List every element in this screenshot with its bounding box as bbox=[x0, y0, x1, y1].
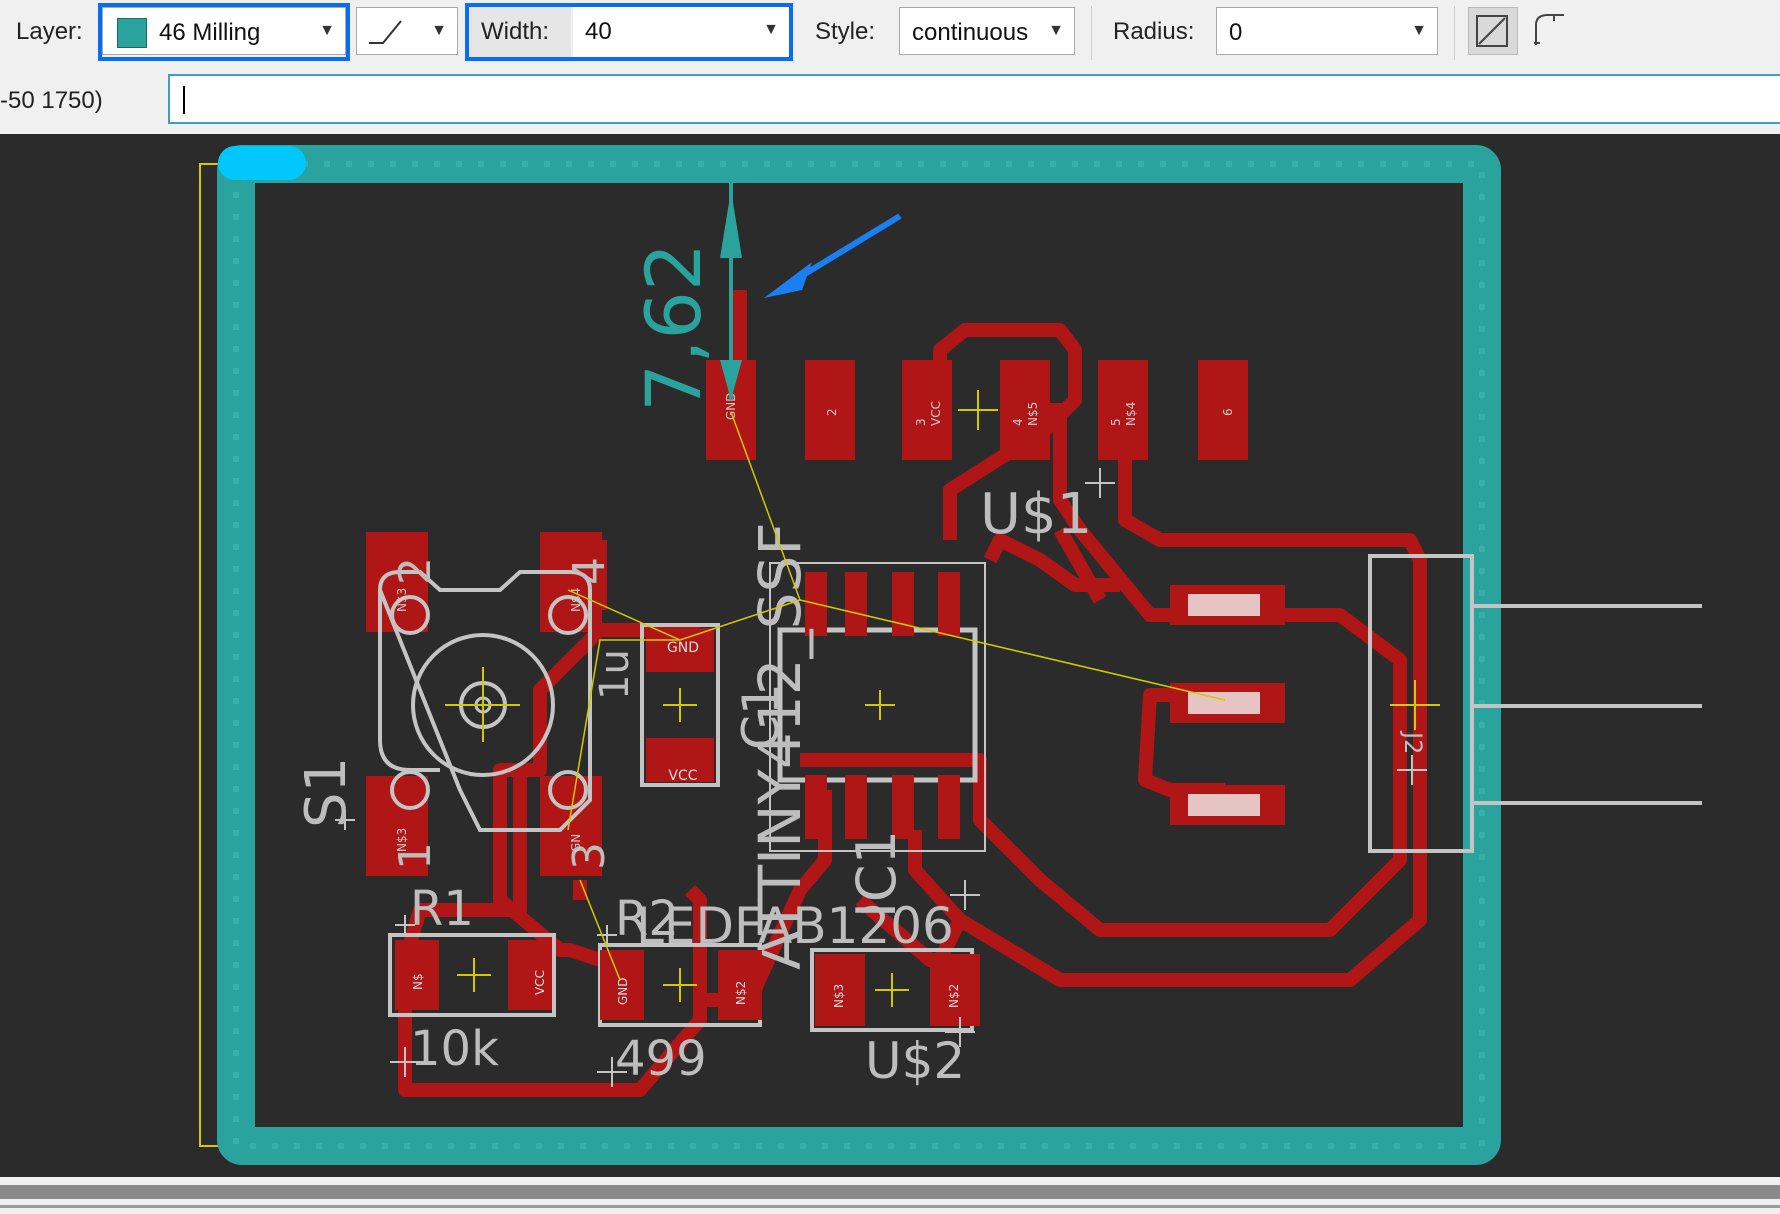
r1-name: R1 bbox=[410, 881, 474, 937]
style-select[interactable]: continuous ▼ bbox=[899, 7, 1075, 55]
s1-pin-label: 2 bbox=[390, 557, 441, 585]
origin-marker bbox=[218, 146, 306, 180]
j2-name: J2 bbox=[1399, 730, 1427, 754]
u2-pad-text: N$2 bbox=[947, 984, 961, 1008]
board-drawing[interactable]: GND 2 3 VCC 4 N$5 5 N$4 6 U$1 ATTINY412_… bbox=[0, 134, 1780, 1177]
s1-pad-net: N$3 bbox=[395, 588, 409, 612]
s1-pad-net: GN bbox=[569, 834, 583, 852]
style-label: Style: bbox=[815, 18, 876, 45]
u1-pad-text: N$4 bbox=[1124, 402, 1138, 426]
chevron-down-icon: ▼ bbox=[1411, 22, 1427, 39]
u1-pad-vcc bbox=[902, 360, 952, 460]
u1-pad-number: 3 bbox=[914, 418, 928, 426]
wire-bend-icon bbox=[369, 20, 402, 44]
scrollbar-track bbox=[0, 1205, 1780, 1208]
u1-pad-number: 4 bbox=[1011, 418, 1025, 426]
layer-label: Layer: bbox=[16, 18, 83, 45]
r1-pad-text: VCC bbox=[533, 970, 547, 995]
u1-pad-n5 bbox=[1000, 360, 1050, 460]
chevron-down-icon: ▼ bbox=[763, 21, 779, 38]
bottom-scroll-area bbox=[0, 1177, 1780, 1214]
miter-round-button[interactable] bbox=[1526, 7, 1576, 55]
chevron-down-icon: ▼ bbox=[1048, 22, 1064, 39]
miter-straight-icon bbox=[1476, 15, 1508, 47]
c1-pad-text: GND bbox=[667, 640, 699, 656]
horizontal-scrollbar[interactable] bbox=[0, 1185, 1780, 1199]
miter-straight-button[interactable] bbox=[1468, 7, 1518, 55]
c1-pad-text: VCC bbox=[668, 768, 697, 784]
u1-pad-number: 5 bbox=[1109, 418, 1123, 426]
r1-pad-text: N$ bbox=[411, 973, 425, 990]
u1-center bbox=[958, 390, 998, 430]
u2-pad-text: N$3 bbox=[832, 984, 846, 1008]
j2-footprint bbox=[1170, 554, 1702, 853]
style-select-value: continuous bbox=[912, 19, 1029, 46]
s1-pin-label: 4 bbox=[564, 557, 615, 585]
u1-name: U$1 bbox=[980, 482, 1092, 547]
r1-value: 10k bbox=[410, 1021, 499, 1077]
r2-pad-text: GND bbox=[616, 977, 630, 1005]
miter-round-icon bbox=[1534, 14, 1564, 45]
u1-pad-n4 bbox=[1098, 360, 1148, 460]
u1-pad-text: VCC bbox=[929, 401, 943, 426]
properties-toolbar: Layer: 46 Milling ▼ ▼ Width: 40 ▼ Style:… bbox=[0, 0, 1780, 69]
width-label-box: Width: bbox=[469, 7, 571, 57]
u1-pad-text: 2 bbox=[825, 408, 839, 416]
command-line-input[interactable] bbox=[168, 74, 1780, 124]
width-label: Width: bbox=[481, 18, 550, 45]
c1-value: 1u bbox=[592, 649, 638, 700]
c1-name: C1 bbox=[732, 683, 790, 750]
r2-pad-text: N$2 bbox=[734, 981, 748, 1005]
dimension-label: 7,62 bbox=[629, 243, 718, 412]
s1-footprint bbox=[335, 532, 602, 876]
layer-highlight bbox=[98, 3, 350, 61]
chevron-down-icon: ▼ bbox=[431, 22, 447, 39]
cursor-coordinates: -50 1750) bbox=[0, 87, 103, 114]
wire-bend-select[interactable]: ▼ bbox=[356, 7, 458, 55]
s1-pad-net: N$3 bbox=[395, 828, 409, 852]
command-row: -50 1750) bbox=[0, 68, 1780, 134]
width-select[interactable]: 40 ▼ bbox=[573, 7, 789, 57]
radius-select-value: 0 bbox=[1229, 19, 1243, 46]
s1-name: S1 bbox=[294, 757, 359, 828]
radius-select[interactable]: 0 ▼ bbox=[1216, 7, 1438, 55]
u1-pad-text: N$5 bbox=[1026, 402, 1040, 426]
board-canvas[interactable]: GND 2 3 VCC 4 N$5 5 N$4 6 U$1 ATTINY412_… bbox=[0, 134, 1780, 1177]
u1-pad-text: 6 bbox=[1221, 408, 1235, 416]
r2-value: 499 bbox=[615, 1031, 707, 1087]
radius-label: Radius: bbox=[1113, 18, 1195, 45]
toolbar-separator bbox=[1091, 6, 1092, 60]
width-select-value: 40 bbox=[585, 18, 612, 45]
text-caret bbox=[183, 86, 185, 114]
annotation-arrow bbox=[764, 213, 902, 298]
u2-name: U$2 bbox=[865, 1032, 965, 1090]
toolbar-separator bbox=[1454, 6, 1455, 60]
led-name: LEDFAB1206 bbox=[636, 897, 954, 955]
